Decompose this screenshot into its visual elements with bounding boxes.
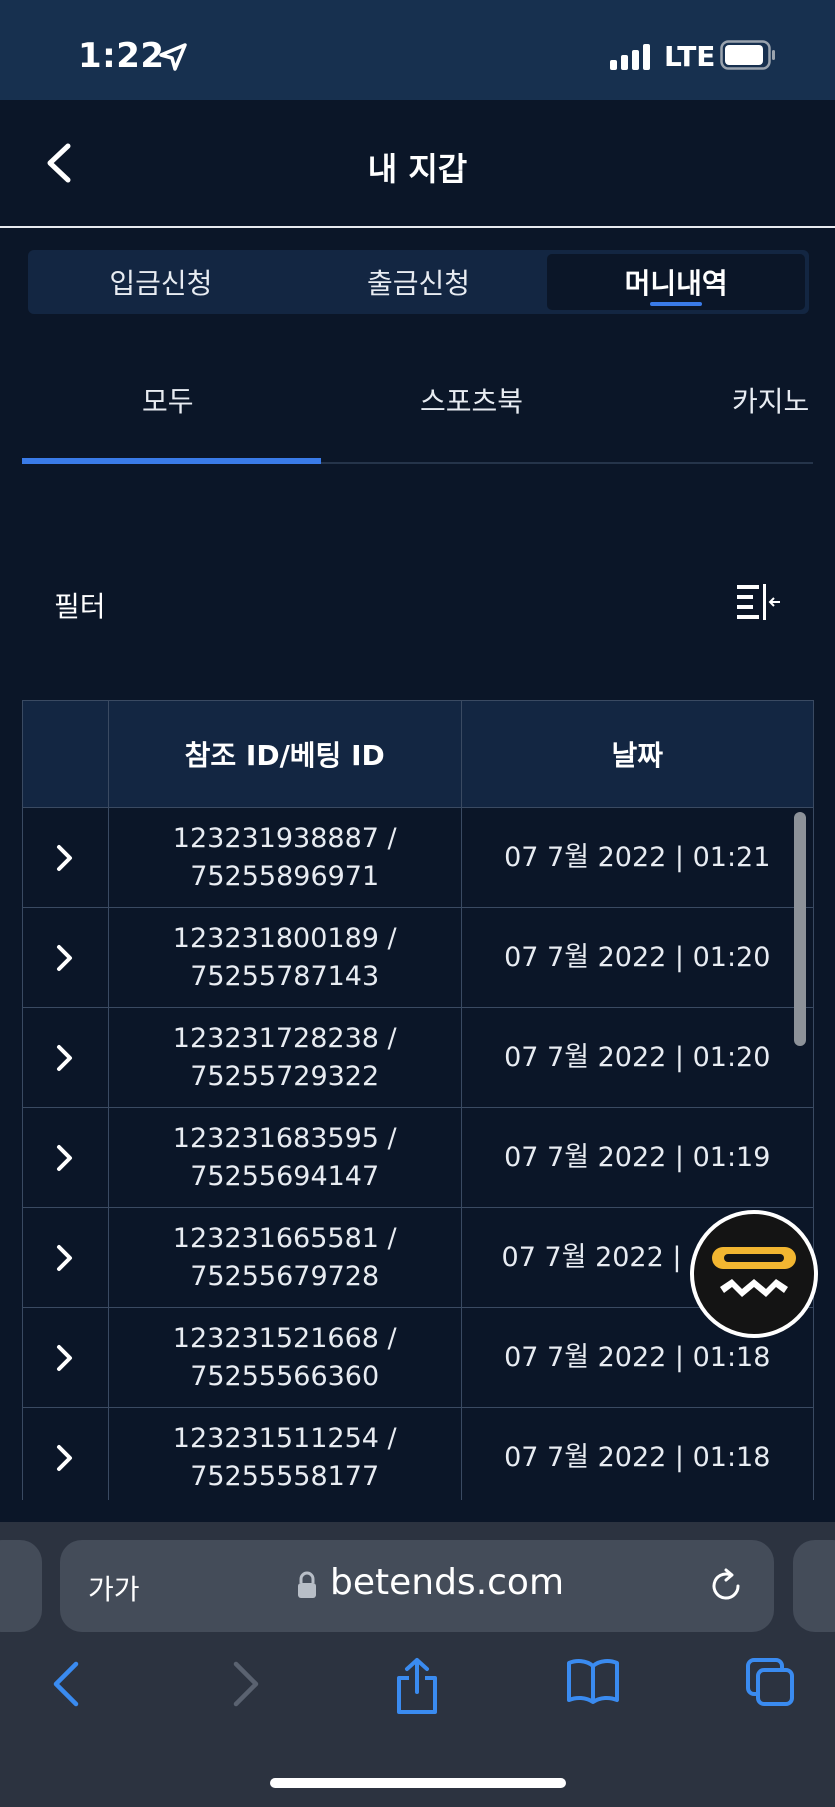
bet-id: 75255558177 [190, 1460, 380, 1492]
expand-cell[interactable] [22, 1107, 109, 1208]
expand-cell[interactable] [22, 1007, 109, 1108]
history-table: 참조 ID/베팅 ID 날짜 123231938887 / 75255896971… [22, 700, 814, 1500]
tab-all[interactable]: 모두 [142, 380, 194, 420]
chevron-right-icon[interactable] [54, 1243, 76, 1273]
bet-id: 75255729322 [190, 1060, 380, 1092]
chat-logo-icon [712, 1247, 796, 1297]
ref-id: 123231683595 / [172, 1122, 397, 1154]
ref-id: 123231511254 / [172, 1422, 397, 1454]
tab-sportsbook[interactable]: 스포츠북 [420, 380, 523, 420]
ref-cell: 123231728238 / 75255729322 [107, 1007, 462, 1108]
lock-icon [298, 1571, 316, 1598]
network-label: LTE [664, 40, 716, 73]
date-cell: 07 7월 2022 | 01:19 [460, 1107, 814, 1208]
bet-id: 75255896971 [190, 860, 380, 892]
chevron-right-icon[interactable] [54, 1143, 76, 1173]
page-title: 내 지갑 [367, 150, 468, 188]
chevron-right-icon[interactable] [54, 843, 76, 873]
browser-forward-icon[interactable] [226, 1656, 266, 1712]
table-row[interactable]: 123231800189 / 75255787143 07 7월 2022 | 0… [22, 907, 814, 1008]
browser-back-icon[interactable] [46, 1656, 86, 1712]
home-indicator [270, 1778, 566, 1788]
chevron-right-icon[interactable] [54, 1043, 76, 1073]
category-tabs: 모두 스포츠북 카지노 [22, 362, 813, 464]
filter-icon[interactable] [734, 582, 782, 622]
header-date: 날짜 [460, 700, 814, 808]
next-tab-preview[interactable] [793, 1540, 835, 1632]
header-ref-id: 참조 ID/베팅 ID [107, 700, 462, 808]
chevron-right-icon[interactable] [54, 943, 76, 973]
table-row[interactable]: 123231521668 /75255566360 07 7월 2022 | 0… [22, 1307, 814, 1408]
header-expand [22, 700, 109, 808]
tabs-icon[interactable] [744, 1656, 796, 1708]
url-text: betends.com [330, 1562, 565, 1603]
page: 1:22 LTE 내 지갑 입금신청 출금신청 머니내역 모두 스포츠북 카지노… [0, 0, 835, 1807]
share-icon[interactable] [394, 1656, 440, 1716]
status-time: 1:22 [78, 36, 165, 76]
ref-id: 123231665581 / [172, 1222, 397, 1254]
signal-bars-icon [610, 44, 650, 70]
tab-casino[interactable]: 카지노 [732, 380, 809, 420]
wallet-tabs: 입금신청 출금신청 머니내역 [28, 250, 809, 314]
date-cell: 07 7월 2022 | 01:18 [460, 1407, 814, 1500]
expand-cell[interactable] [22, 1407, 109, 1500]
table-row[interactable]: 123231683595 / 75255694147 07 7월 2022 | 0… [22, 1107, 814, 1208]
battery-icon [720, 40, 775, 70]
bookmarks-icon[interactable] [566, 1656, 620, 1706]
ref-cell: 123231800189 / 75255787143 [107, 907, 462, 1008]
chevron-right-icon[interactable] [54, 1443, 76, 1473]
ref-id: 123231728238 / [172, 1022, 397, 1054]
table-row[interactable]: 123231938887 / 75255896971 07 7월 2022 | 0… [22, 807, 814, 908]
expand-cell[interactable] [22, 1207, 109, 1308]
date-cell: 07 7월 2022 | 01:20 [460, 1007, 814, 1108]
bet-id: 75255694147 [190, 1160, 380, 1192]
tab-withdraw[interactable]: 출금신청 [290, 254, 548, 310]
tab-money-history[interactable]: 머니내역 [547, 254, 806, 310]
previous-tab-preview[interactable] [0, 1540, 42, 1632]
text-size-button[interactable]: 가가 [88, 1568, 140, 1608]
ref-id: 123231521668 / [172, 1322, 397, 1354]
active-tab-indicator [22, 458, 321, 464]
bet-id: 75255679728 [190, 1260, 380, 1292]
expand-cell[interactable] [22, 907, 109, 1008]
address-bar[interactable]: 가가 betends.com [60, 1540, 774, 1632]
chevron-right-icon[interactable] [54, 1343, 76, 1373]
date-cell: 07 7월 2022 | 01:21 [460, 807, 814, 908]
ref-cell: 123231683595 / 75255694147 [107, 1107, 462, 1208]
ref-cell: 123231665581 / 75255679728 [107, 1207, 462, 1308]
bet-id: 75255787143 [190, 960, 380, 992]
chat-fab-button[interactable] [690, 1210, 818, 1338]
reload-icon[interactable] [706, 1566, 746, 1606]
table-row[interactable]: 123231511254 / 75255558177 07 7월 2022 | 0… [22, 1407, 814, 1500]
header: 내 지갑 [0, 100, 835, 228]
date-cell: 07 7월 2022 | 01:20 [460, 907, 814, 1008]
expand-cell[interactable] [22, 807, 109, 908]
ref-id: 123231938887 / [172, 822, 397, 854]
ref-cell: 123231511254 / 75255558177 [107, 1407, 462, 1500]
filter-label: 필터 [54, 590, 106, 623]
location-arrow-icon [159, 43, 187, 71]
status-bar: 1:22 LTE [0, 0, 835, 100]
expand-cell[interactable] [22, 1307, 109, 1408]
tab-deposit[interactable]: 입금신청 [32, 254, 290, 310]
ref-id: 123231800189 / [172, 922, 397, 954]
table-row[interactable]: 123231728238 / 75255729322 07 7월 2022 | 0… [22, 1007, 814, 1108]
table-scrollbar[interactable] [794, 812, 806, 1046]
ref-cell: 123231521668 / 75255566360 [107, 1307, 462, 1408]
browser-nav [0, 1656, 835, 1726]
ref-cell: 123231938887 / 75255896971 [107, 807, 462, 908]
bet-id: 75255566360 [190, 1360, 380, 1392]
